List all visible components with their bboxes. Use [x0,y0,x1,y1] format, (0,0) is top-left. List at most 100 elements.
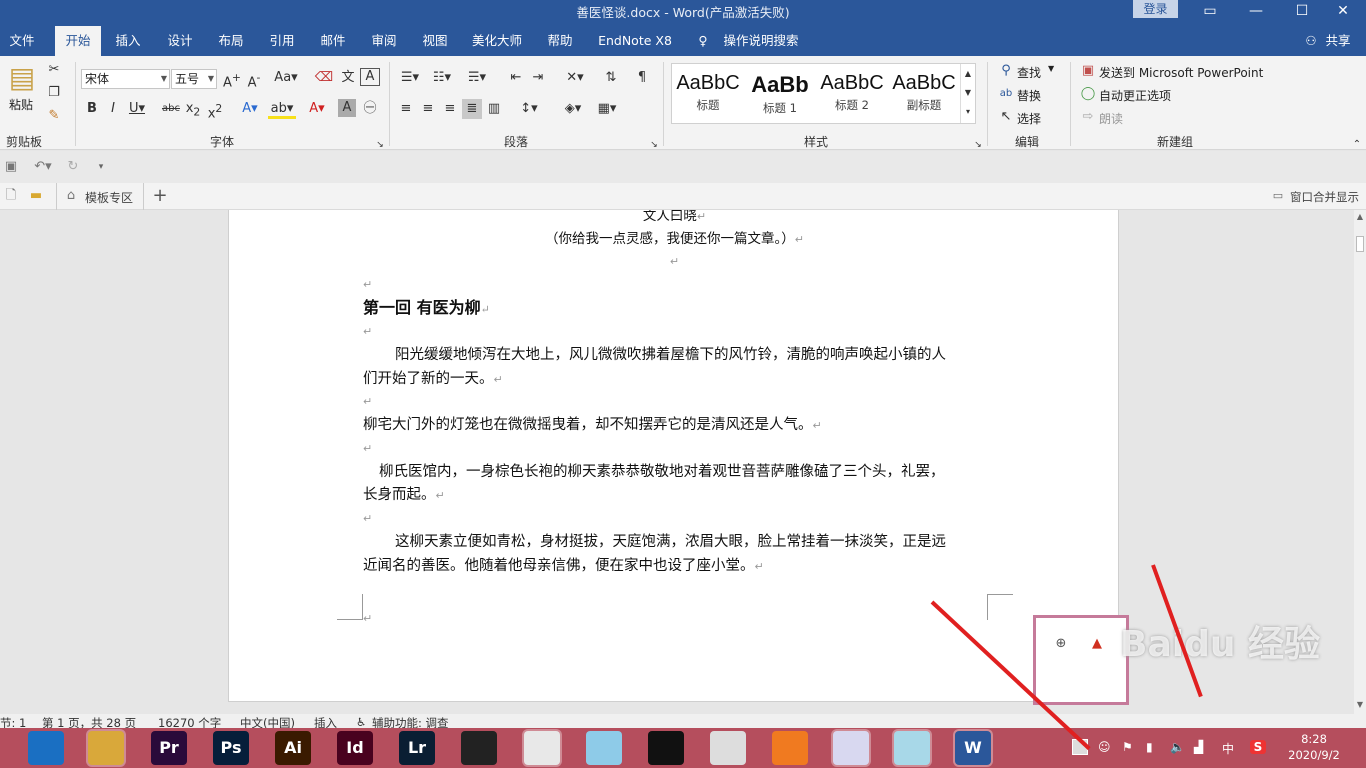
char-border-icon[interactable]: A [360,68,380,86]
bullets-icon[interactable]: ☰▾ [396,68,424,88]
tab-review[interactable]: 审阅 [364,26,404,56]
char-shading-icon[interactable]: A [338,99,356,117]
font-name-combo[interactable]: 宋体 ▼ [81,69,170,89]
find-button[interactable]: 查找 [1017,64,1041,81]
tab-file[interactable]: 文件 [0,26,44,56]
find-icon[interactable]: ⚲ [998,61,1014,81]
add-tab-icon[interactable]: + [150,186,170,206]
redo-icon[interactable]: ↻ [64,157,82,177]
activation-popup[interactable]: ⊕ ▲ [1033,615,1129,705]
line-spacing-icon[interactable]: ↕▾ [514,99,544,119]
borders-icon[interactable]: ▦▾ [592,99,622,119]
window-merge-button[interactable]: 窗口合并显示 [1290,189,1359,205]
tab-layout[interactable]: 布局 [211,26,251,56]
lightroom-icon[interactable]: Lr [399,731,435,765]
tab-endnote[interactable]: EndNote X8 [592,26,678,56]
autocorrect-icon[interactable]: ◯ [1080,84,1096,104]
tab-home[interactable]: 开始 [55,26,101,57]
grow-font-icon[interactable]: A+ [222,68,242,93]
strikethrough-icon[interactable]: abc [160,99,182,119]
numbering-icon[interactable]: ☷▾ [428,68,456,88]
bird-icon[interactable] [586,731,622,765]
copy-icon[interactable]: ❐ [44,83,64,103]
justify-icon[interactable]: ≣ [462,99,482,119]
increase-indent-icon[interactable]: ⇥ [528,68,548,88]
word-icon[interactable]: W [955,731,991,765]
media-icon[interactable] [772,731,808,765]
undo-icon[interactable]: ↶▾ [28,157,58,177]
tab-view[interactable]: 视图 [415,26,455,56]
scroll-thumb[interactable] [1356,236,1364,252]
login-button[interactable]: 登录 [1133,0,1178,18]
folder-icon[interactable] [88,731,124,765]
powerpoint-icon[interactable]: ▣ [1080,61,1096,81]
ime-indicator[interactable]: 中 [1222,740,1234,757]
browser-icon[interactable] [28,731,64,765]
format-painter-icon[interactable]: ✎ [44,106,64,126]
close-icon[interactable]: ✕ [1320,0,1366,26]
distributed-icon[interactable]: ▥ [484,99,504,119]
subscript-icon[interactable]: x2 [183,99,203,123]
app-icon[interactable] [894,731,930,765]
tab-insert[interactable]: 插入 [108,26,148,56]
document-page[interactable]: 文人曰晓↵ （你给我一点灵感，我便还你一篇文章。）↵ ↵ ↵ 第一回 有医为柳↵… [228,210,1119,702]
multilevel-list-icon[interactable]: ☴▾ [462,68,492,88]
scroll-up-icon[interactable]: ▲ [1354,210,1366,224]
underline-icon[interactable]: U▾ [125,99,149,119]
share-button[interactable]: 共享 [1322,26,1354,56]
vertical-scrollbar[interactable]: ▲ ▼ [1354,210,1366,714]
highlight-icon[interactable]: ab▾ [268,99,296,119]
style-heading1[interactable]: AaBb 标题 1 [744,64,816,123]
pinyin-icon[interactable]: 文 [338,68,358,88]
tray-flag-icon[interactable]: ⚑ [1122,740,1133,754]
customize-qat-icon[interactable]: ▾ [94,157,108,177]
cut-icon[interactable]: ✂ [44,60,64,80]
replace-button[interactable]: 替换 [1017,87,1041,104]
clear-format-icon[interactable]: ⌫ [314,68,334,88]
chrome-icon[interactable] [710,731,746,765]
font-color-icon[interactable]: A▾ [304,99,330,119]
style-subtitle[interactable]: AaBbC 副标题 [888,64,960,123]
style-heading2[interactable]: AaBbC 标题 2 [816,64,888,123]
shading-icon[interactable]: ◈▾ [558,99,588,119]
open-folder-icon[interactable]: ▬ [26,186,46,206]
select-icon[interactable]: ↖ [998,107,1014,127]
read-aloud-button[interactable]: 朗读 [1099,110,1123,127]
sort-icon[interactable]: ⇅ [600,68,622,88]
tell-me-search[interactable]: 操作说明搜索 [720,26,802,56]
asian-layout-icon[interactable]: ✕▾ [560,68,590,88]
tray-battery-icon[interactable]: ▮ [1146,740,1153,754]
styles-scroll-icon[interactable]: ▲ ▼ ▾ [960,64,975,123]
read-aloud-icon[interactable]: ⇨ [1080,107,1096,127]
style-title[interactable]: AaBbC 标题 [672,64,744,123]
autocorrect-button[interactable]: 自动更正选项 [1099,87,1171,104]
clock[interactable]: 8:28 2020/9/2 [1288,731,1340,763]
replace-icon[interactable]: ab [998,84,1014,104]
photoshop-icon[interactable]: Ps [213,731,249,765]
xmind-icon[interactable] [524,731,560,765]
align-left-icon[interactable]: ≡ [396,99,416,119]
volume-icon[interactable]: 🔈 [1170,740,1185,754]
paste-label[interactable]: 粘贴 [9,96,33,113]
tray-qq-icon[interactable]: ☺ [1098,740,1111,754]
tab-design[interactable]: 设计 [160,26,200,56]
indesign-icon[interactable]: Id [337,731,373,765]
ribbon-display-icon[interactable]: ▭ [1187,0,1233,26]
enclose-char-icon[interactable]: ㊀ [360,99,380,119]
illustrator-icon[interactable]: Ai [275,731,311,765]
premiere-icon[interactable]: Pr [151,731,187,765]
text-effects-icon[interactable]: A▾ [236,99,264,119]
tab-help[interactable]: 帮助 [540,26,580,56]
align-right-icon[interactable]: ≡ [440,99,460,119]
video-icon[interactable] [461,731,497,765]
qq-icon[interactable] [648,731,684,765]
sogou-icon[interactable]: S [1250,740,1266,754]
align-center-icon[interactable]: ≡ [418,99,438,119]
template-tab[interactable]: ⌂ 模板专区 [56,183,144,210]
scroll-down-icon[interactable]: ▼ [1354,698,1366,712]
minimize-icon[interactable]: — [1233,0,1279,26]
superscript-icon[interactable]: x2 [205,99,225,124]
calendar-icon[interactable] [833,731,869,765]
tab-beautify[interactable]: 美化大师 [466,26,528,56]
network-icon[interactable]: ▟ [1194,740,1203,754]
